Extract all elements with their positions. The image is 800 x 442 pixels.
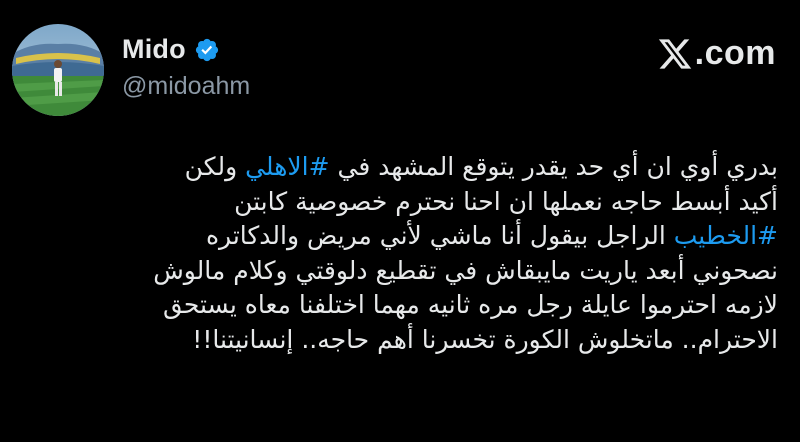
author-handle[interactable]: @midoahm bbox=[122, 72, 250, 101]
tweet-text-segment: الراجل بيقول أنا ماشي لأني مريض والدكاتر… bbox=[205, 221, 674, 251]
tweet-text-segment: بدري أوي ان أي حد يقدر يتوقع المشهد في bbox=[329, 152, 778, 181]
tweet-line: أكيد أبسط حاجه نعملها ان احنا نحترم خصوص… bbox=[18, 185, 778, 220]
tweet-text-segment: لازمه احترموا عايلة رجل مره ثانيه مهما ا… bbox=[162, 290, 778, 320]
tweet-header: Mido @midoahm .com bbox=[0, 0, 800, 130]
tweet-line: الاحترام.. ماتخلوش الكورة تخسرنا أهم حاج… bbox=[18, 323, 778, 358]
tweet-text-segment: أكيد أبسط حاجه نعملها ان احنا نحترم خصوص… bbox=[234, 186, 778, 216]
tweet-line: نصحوني أبعد ياريت مايبقاش في تقطيع دلوقت… bbox=[18, 254, 778, 289]
hashtag-link[interactable]: #الاهلي bbox=[245, 152, 329, 181]
brand-domain-text: .com bbox=[694, 34, 776, 72]
brand-watermark: .com bbox=[657, 34, 776, 73]
tweet-text-segment: ولكن bbox=[184, 152, 246, 181]
verified-badge-icon bbox=[194, 37, 220, 63]
tweet-line: #الخطيب الراجل بيقول أنا ماشي لأني مريض … bbox=[18, 219, 778, 254]
tweet-line: بدري أوي ان أي حد يقدر يتوقع المشهد في #… bbox=[18, 150, 778, 185]
x-logo-icon bbox=[657, 36, 693, 72]
tweet-text-segment: نصحوني أبعد ياريت مايبقاش في تقطيع دلوقت… bbox=[153, 255, 778, 285]
tweet-text: بدري أوي ان أي حد يقدر يتوقع المشهد في #… bbox=[18, 150, 778, 358]
avatar-photo bbox=[12, 24, 104, 116]
avatar[interactable] bbox=[12, 24, 104, 116]
author-display-name[interactable]: Mido bbox=[122, 34, 186, 65]
author-name-row[interactable]: Mido bbox=[122, 34, 220, 65]
tweet-text-segment: الاحترام.. ماتخلوش الكورة تخسرنا أهم حاج… bbox=[192, 324, 778, 354]
tweet-line: لازمه احترموا عايلة رجل مره ثانيه مهما ا… bbox=[18, 288, 778, 323]
hashtag-link[interactable]: #الخطيب bbox=[674, 221, 778, 250]
